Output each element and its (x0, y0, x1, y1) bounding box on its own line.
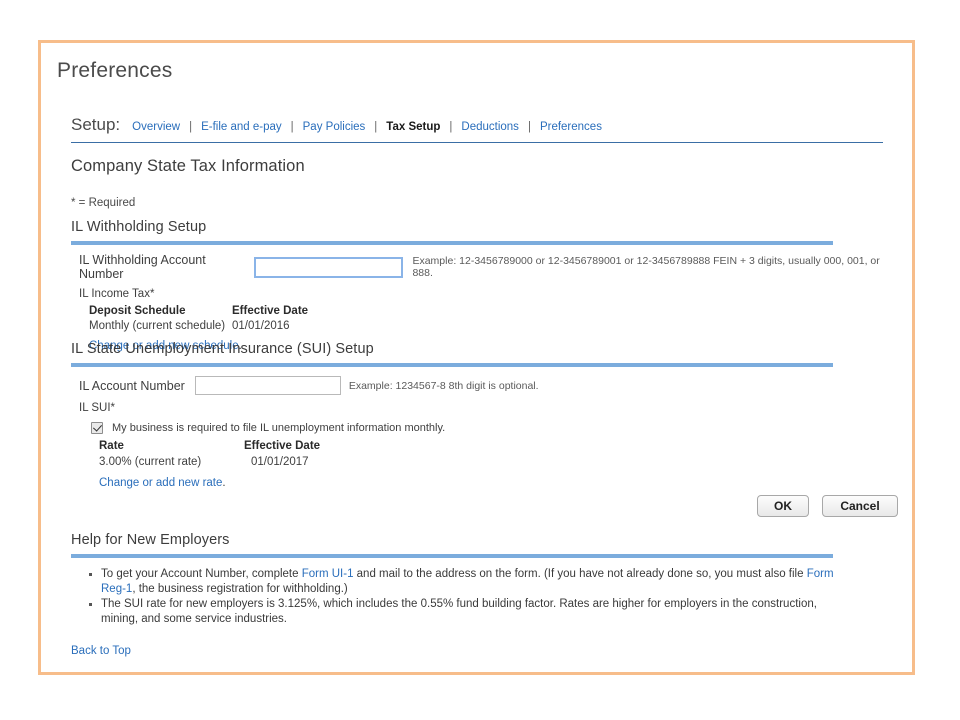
withholding-account-example: Example: 12-3456789000 or 12-3456789001 … (412, 255, 883, 279)
setup-nav-separator: | (374, 121, 377, 133)
withholding-account-row: IL Withholding Account Number Example: 1… (71, 253, 883, 281)
sui-effective-date-value: 01/01/2017 (251, 456, 309, 468)
sui-section-rule (71, 363, 833, 367)
sui-rate-header-row: Rate Effective Date (99, 440, 883, 452)
withholding-section: IL Withholding Setup IL Withholding Acco… (71, 219, 883, 354)
setup-nav-separator: | (449, 121, 452, 133)
help-text: To get your Account Number, complete (101, 568, 302, 580)
sui-section: IL State Unemployment Insurance (SUI) Se… (71, 341, 883, 491)
help-section: Help for New Employers To get your Accou… (71, 532, 883, 627)
sui-effective-col-header: Effective Date (244, 440, 320, 452)
sui-monthly-checkbox-row[interactable]: My business is required to file IL unemp… (91, 422, 883, 434)
sui-rate-value-row: 3.00% (current rate) 01/01/2017 (99, 456, 883, 468)
withholding-section-title: IL Withholding Setup (71, 219, 883, 235)
page-heading: Company State Tax Information (71, 157, 305, 176)
setup-nav-item-preferences[interactable]: Preferences (540, 121, 602, 133)
sui-rate-col-header: Rate (99, 440, 244, 452)
required-note: * = Required (71, 197, 135, 209)
sui-monthly-checkbox[interactable] (91, 422, 103, 434)
sui-account-example: Example: 1234567-8 8th digit is optional… (349, 380, 539, 392)
income-tax-label: IL Income Tax* (79, 288, 883, 300)
withholding-account-input[interactable] (254, 257, 403, 278)
sui-section-title: IL State Unemployment Insurance (SUI) Se… (71, 341, 883, 357)
sui-label: IL SUI* (79, 402, 883, 414)
deposit-schedule-value: Monthly (current schedule) (89, 320, 232, 332)
setup-nav-separator: | (189, 121, 192, 133)
sui-monthly-checkbox-label: My business is required to file IL unemp… (112, 422, 445, 434)
preferences-window: Preferences Setup: Overview | E-file and e… (38, 40, 915, 675)
sui-account-row: IL Account Number Example: 1234567-8 8th… (71, 376, 883, 395)
deposit-schedule-col-header: Deposit Schedule (89, 305, 232, 317)
dialog-buttons: OK Cancel (757, 495, 898, 517)
help-text: The SUI rate for new employers is 3.125%… (101, 598, 817, 625)
setup-nav-items: Overview | E-file and e-pay | Pay Policies | T… (132, 121, 602, 133)
help-text: , the business registration for withhold… (132, 583, 347, 595)
deposit-schedule-value-row: Monthly (current schedule) 01/01/2016 (89, 320, 883, 332)
effective-date-col-header: Effective Date (232, 305, 308, 317)
deposit-effective-date-value: 01/01/2016 (232, 320, 290, 332)
back-to-top-link[interactable]: Back to Top (71, 645, 131, 657)
page-title: Preferences (57, 59, 172, 83)
sui-rate-table: Rate Effective Date 3.00% (current rate)… (99, 440, 883, 491)
help-bullet-list: To get your Account Number, complete For… (71, 567, 849, 626)
help-link[interactable]: Form UI-1 (302, 568, 354, 580)
change-rate-row: Change or add new rate. (99, 473, 883, 491)
withholding-account-label: IL Withholding Account Number (79, 253, 246, 281)
setup-nav-separator: | (528, 121, 531, 133)
change-rate-link[interactable]: Change or add new rate (99, 477, 222, 489)
window-content: Preferences Setup: Overview | E-file and e… (41, 43, 912, 672)
help-bullet-item: The SUI rate for new employers is 3.125%… (101, 597, 849, 626)
help-text: and mail to the address on the form. (If… (353, 568, 806, 580)
setup-nav-item-pay-policies[interactable]: Pay Policies (303, 121, 366, 133)
withholding-section-rule (71, 241, 833, 245)
help-bullet-item: To get your Account Number, complete For… (101, 567, 849, 596)
sui-rate-value: 3.00% (current rate) (99, 456, 251, 468)
change-rate-link-period: . (222, 477, 225, 489)
setup-nav-item-e-file-and-e-pay[interactable]: E-file and e-pay (201, 121, 282, 133)
sui-account-input[interactable] (195, 376, 341, 395)
setup-nav-label: Setup: (71, 115, 120, 135)
deposit-schedule-header-row: Deposit Schedule Effective Date (89, 305, 883, 317)
help-section-rule (71, 554, 833, 558)
ok-button[interactable]: OK (757, 495, 809, 517)
help-section-title: Help for New Employers (71, 532, 883, 548)
setup-nav-item-tax-setup[interactable]: Tax Setup (386, 121, 440, 133)
setup-nav: Setup: Overview | E-file and e-pay | Pay Pol… (71, 115, 883, 143)
setup-nav-separator: | (291, 121, 294, 133)
setup-nav-item-overview[interactable]: Overview (132, 121, 180, 133)
cancel-button[interactable]: Cancel (822, 495, 898, 517)
setup-nav-item-deductions[interactable]: Deductions (461, 121, 519, 133)
sui-account-label: IL Account Number (79, 379, 185, 393)
